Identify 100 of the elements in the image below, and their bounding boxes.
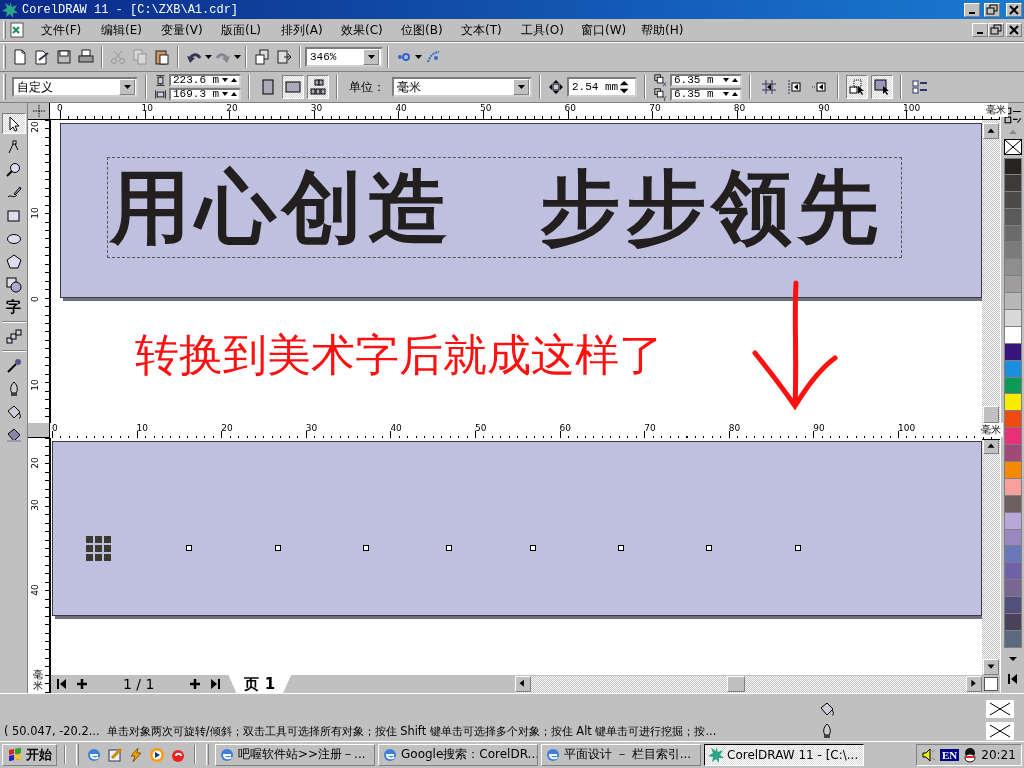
page-layout-button[interactable]: [307, 75, 329, 99]
ruler-origin[interactable]: [28, 103, 50, 120]
last-page-button[interactable]: [208, 676, 223, 692]
minimize-button[interactable]: [972, 23, 988, 37]
menu-item[interactable]: 变量(V): [155, 21, 215, 39]
artistic-text: 步步领先: [540, 167, 884, 248]
color-swatch[interactable]: [1003, 259, 1022, 277]
horizontal-scrollbar[interactable]: [515, 675, 982, 693]
pencil-pad-icon: [107, 746, 123, 763]
color-swatch[interactable]: [1003, 445, 1022, 463]
page-tab[interactable]: 页 1: [228, 675, 292, 693]
taskbar-button[interactable]: 平面设计 － 栏目索引...: [541, 743, 701, 766]
node-handle[interactable]: [618, 545, 624, 551]
color-swatch[interactable]: [1003, 428, 1022, 446]
color-swatch[interactable]: [1003, 614, 1022, 631]
taskbar-button[interactable]: Google搜索：CorelDR...: [378, 743, 538, 766]
facing-pages-icon: [310, 79, 326, 95]
menu-item[interactable]: 编辑(E): [95, 21, 155, 39]
node-handle[interactable]: [530, 545, 536, 551]
menu-item[interactable]: 文本(T): [455, 21, 515, 39]
color-swatch[interactable]: [1003, 462, 1022, 479]
nudge-field[interactable]: 2.54 mm: [567, 77, 637, 97]
e-globe-icon: [219, 746, 235, 763]
color-swatch[interactable]: [1003, 546, 1022, 564]
select-cursor-icon: [849, 79, 865, 95]
vertical-scrollbar[interactable]: [982, 120, 1000, 423]
restore-button[interactable]: [988, 23, 1004, 37]
start-button[interactable]: 开始: [2, 743, 57, 766]
node-handle[interactable]: [446, 545, 452, 551]
ruler-label: 20: [225, 103, 239, 113]
scroll-thumb[interactable]: [727, 676, 745, 692]
color-swatch[interactable]: [1003, 276, 1022, 294]
paper-size-combo[interactable]: 自定义: [12, 77, 138, 97]
lightning-icon: [128, 746, 144, 763]
color-swatch[interactable]: [1003, 597, 1022, 615]
last-page-icon: [209, 677, 222, 691]
play-disc-icon: [149, 746, 165, 763]
taskbar-button[interactable]: CorelDRAW 11 - [C:\...: [704, 743, 864, 766]
pentagon-icon: [5, 253, 22, 270]
height-field[interactable]: 169.3 m: [169, 87, 241, 101]
width-field[interactable]: 223.6 m: [169, 73, 241, 87]
spin-arrows-icon: [722, 90, 739, 98]
restore-button[interactable]: [984, 2, 1000, 17]
close-button[interactable]: [1006, 2, 1022, 17]
toggle-button[interactable]: [871, 75, 893, 99]
ruler-label: 30: [309, 103, 324, 113]
color-docker-button[interactable]: [984, 677, 998, 691]
node-handle[interactable]: [363, 545, 369, 551]
node-handle[interactable]: [706, 545, 712, 551]
close-button[interactable]: [1006, 23, 1022, 37]
color-swatch[interactable]: [1003, 310, 1022, 327]
import-icon: [254, 49, 270, 65]
color-swatch[interactable]: [1003, 293, 1022, 310]
scroll-up-button[interactable]: [983, 123, 999, 139]
color-swatch[interactable]: [1003, 242, 1022, 260]
cursor-coordinates: ( 50.047, -20.2...: [4, 723, 100, 738]
scroll-left-button[interactable]: [515, 676, 531, 692]
menu-item[interactable]: 窗口(W): [575, 21, 635, 39]
duplicate-y-field[interactable]: 6.35 m: [670, 87, 742, 101]
menu-item[interactable]: 文件(F): [35, 21, 95, 39]
color-swatch[interactable]: [1003, 580, 1022, 598]
color-swatch[interactable]: [1003, 158, 1022, 175]
quick-launch-button[interactable]: [148, 745, 166, 764]
no-fill-swatch: [986, 700, 1014, 718]
plus-icon: [76, 678, 88, 690]
menu-item[interactable]: 效果(C): [335, 21, 395, 39]
ruler-label: 40: [30, 583, 40, 597]
toggle-button[interactable]: [846, 75, 868, 99]
caret-icon: [415, 55, 422, 59]
menu-item[interactable]: 排列(A): [275, 21, 335, 39]
tool-button[interactable]: [1, 113, 26, 134]
scroll-thumb[interactable]: [983, 406, 999, 423]
scroll-right-button[interactable]: [966, 676, 982, 692]
zoom-combo[interactable]: 346%: [305, 47, 383, 67]
minimize-button[interactable]: [964, 2, 980, 17]
scroll-down-button[interactable]: [983, 659, 999, 675]
menu-item[interactable]: 帮助(H): [635, 21, 695, 39]
duplicate-x-field[interactable]: 6.35 m: [670, 73, 742, 87]
color-swatch[interactable]: [1003, 411, 1022, 429]
menu-item[interactable]: 工具(O): [515, 21, 575, 39]
ruler-label: 10: [30, 378, 40, 392]
e-globe-icon: [545, 746, 561, 763]
color-swatch[interactable]: [1003, 563, 1022, 581]
taskbar-button[interactable]: 吧喔软件站>>注册－...: [215, 743, 375, 766]
node-handle[interactable]: [186, 545, 192, 551]
units-combo[interactable]: 毫米: [392, 77, 532, 97]
input-language-indicator[interactable]: EN: [940, 748, 960, 761]
annotation-text: 转换到美术字后就成这样了: [135, 330, 663, 380]
page-layout-button[interactable]: [282, 75, 304, 99]
color-swatch[interactable]: [1003, 394, 1022, 412]
first-page-icon: [56, 677, 68, 691]
menu-item[interactable]: 版面(L): [215, 21, 275, 39]
e-globe-icon: [86, 746, 102, 763]
vertical-scrollbar[interactable]: [982, 438, 1000, 675]
node-handle[interactable]: [275, 545, 281, 551]
snap-guides-icon: [786, 79, 802, 95]
landscape-page-icon: [285, 79, 301, 95]
node-handle[interactable]: [795, 545, 801, 551]
menu-item[interactable]: 位图(B): [395, 21, 455, 39]
first-page-button[interactable]: [55, 676, 69, 692]
